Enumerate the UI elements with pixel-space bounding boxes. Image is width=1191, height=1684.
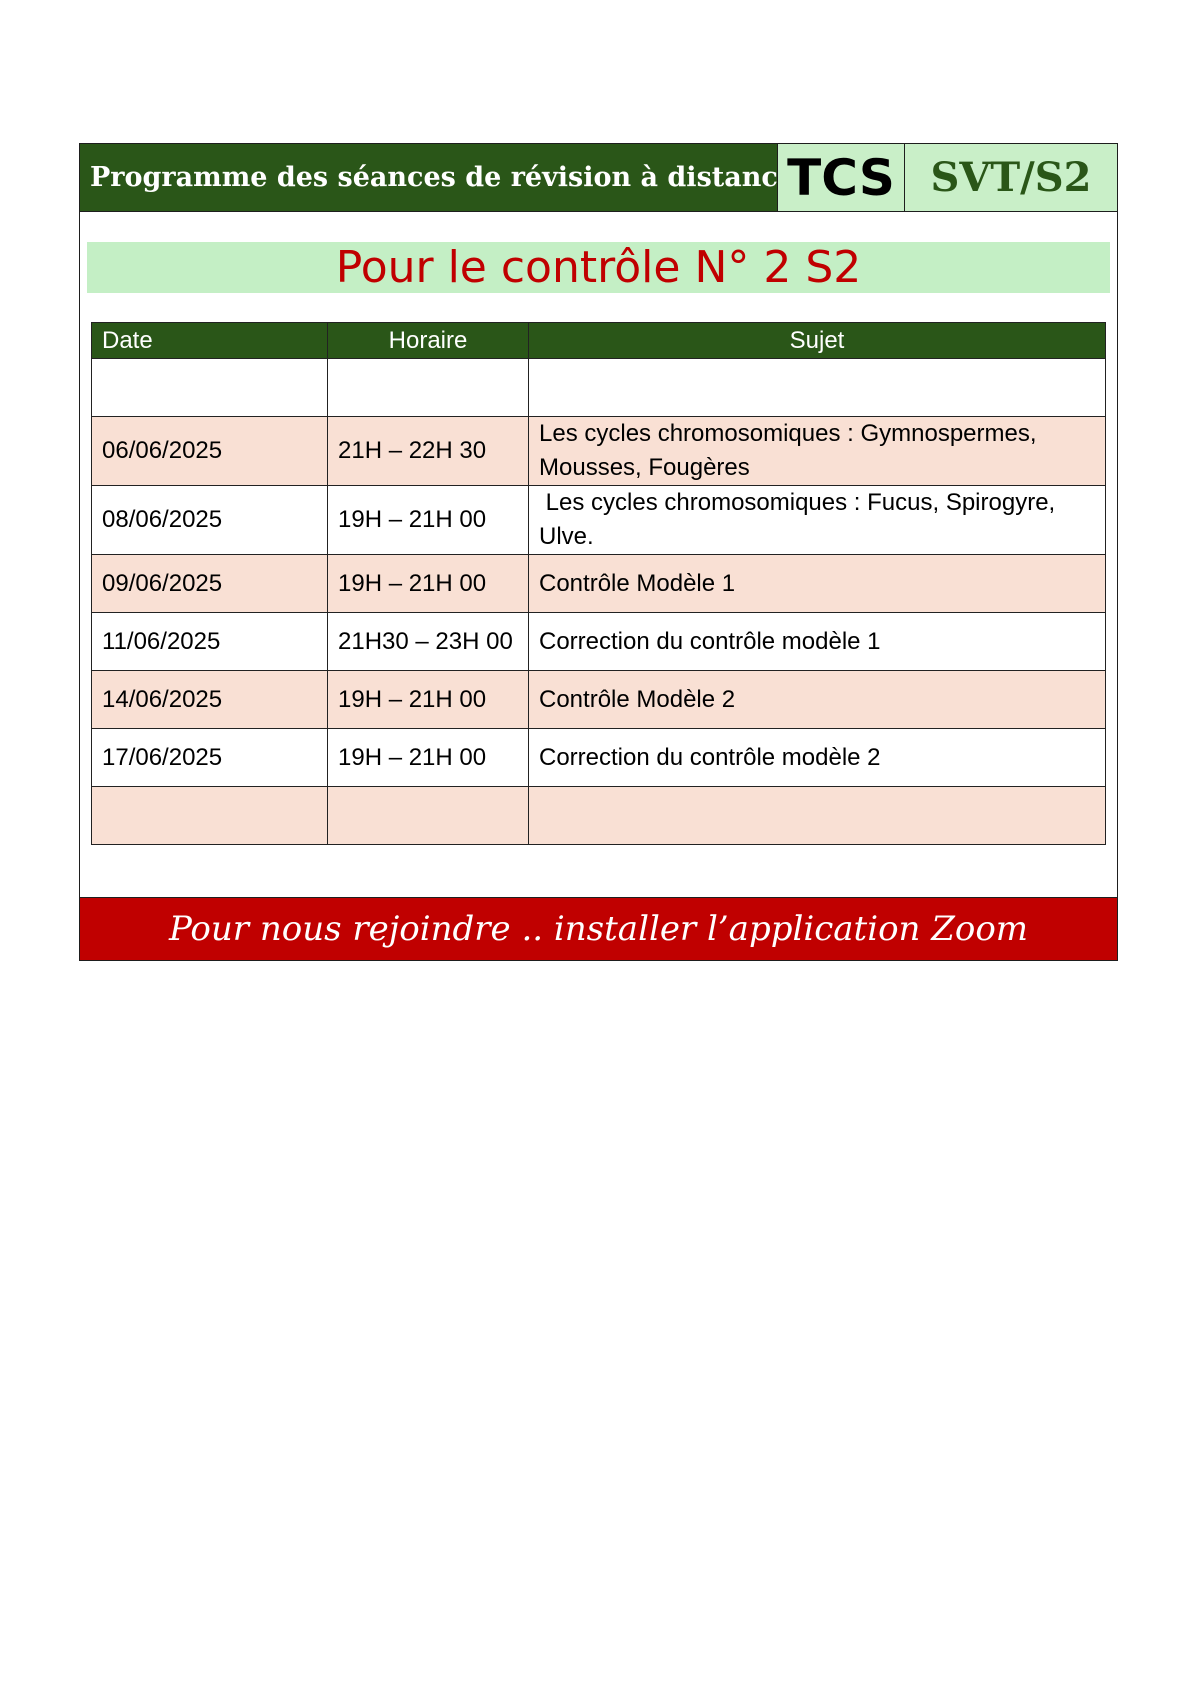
cell-date: 06/06/2025	[91, 416, 328, 486]
cell-subject: Les cycles chromosomiques : Gymnospermes…	[528, 416, 1106, 486]
cell-date: 17/06/2025	[91, 728, 328, 787]
cell-subject	[528, 358, 1106, 417]
table-header-row: Date Horaire Sujet	[91, 322, 1106, 359]
program-title: Programme des séances de révision à dist…	[80, 144, 795, 211]
subject-label: SVT/S2	[905, 144, 1117, 211]
cell-date: 09/06/2025	[91, 554, 328, 613]
table-row: 08/06/2025 19H – 21H 00 Les cycles chromo…	[91, 485, 1106, 555]
cell-time: 19H – 21H 00	[327, 485, 529, 555]
column-header-time: Horaire	[327, 322, 529, 359]
cell-time: 21H30 – 23H 00	[327, 612, 529, 671]
cell-time: 21H – 22H 30	[327, 416, 529, 486]
table-row: 14/06/2025 19H – 21H 00 Contrôle Modèle 2	[91, 670, 1106, 729]
cell-subject	[528, 786, 1106, 845]
table-row: 09/06/2025 19H – 21H 00 Contrôle Modèle 1	[91, 554, 1106, 613]
cell-subject: Correction du contrôle modèle 2	[528, 728, 1106, 787]
cell-subject: Contrôle Modèle 2	[528, 670, 1106, 729]
cell-date: 11/06/2025	[91, 612, 328, 671]
cell-time: 19H – 21H 00	[327, 670, 529, 729]
cell-time: 19H – 21H 00	[327, 554, 529, 613]
column-header-subject: Sujet	[528, 322, 1106, 359]
column-header-date: Date	[91, 322, 328, 359]
table-body: 06/06/2025 21H – 22H 30 Les cycles chromos…	[91, 358, 1106, 845]
schedule-table: Date Horaire Sujet 06/06/2025 21H – 22H 3…	[91, 322, 1106, 845]
cell-date	[91, 358, 328, 417]
cell-time	[327, 786, 529, 845]
cell-subject: Correction du contrôle modèle 1	[528, 612, 1106, 671]
schedule-card: Programme des séances de révision à dist…	[79, 143, 1118, 961]
zoom-footer: Pour nous rejoindre .. installer l’appli…	[80, 897, 1117, 960]
cell-date: 08/06/2025	[91, 485, 328, 555]
table-row: 17/06/2025 19H – 21H 00 Correction du cont…	[91, 728, 1106, 787]
exam-banner: Pour le contrôle N° 2 S2	[87, 242, 1110, 293]
table-row	[91, 786, 1106, 845]
cell-date	[91, 786, 328, 845]
table-row: 06/06/2025 21H – 22H 30 Les cycles chromos…	[91, 416, 1106, 486]
cell-subject: Contrôle Modèle 1	[528, 554, 1106, 613]
level-label: TCS	[778, 144, 905, 211]
cell-time	[327, 358, 529, 417]
table-row	[91, 358, 1106, 417]
cell-date: 14/06/2025	[91, 670, 328, 729]
cell-subject: Les cycles chromosomiques : Fucus, Spiro…	[528, 485, 1106, 555]
header-bar: Programme des séances de révision à dist…	[80, 144, 1117, 212]
cell-time: 19H – 21H 00	[327, 728, 529, 787]
table-row: 11/06/2025 21H30 – 23H 00 Correction du co…	[91, 612, 1106, 671]
